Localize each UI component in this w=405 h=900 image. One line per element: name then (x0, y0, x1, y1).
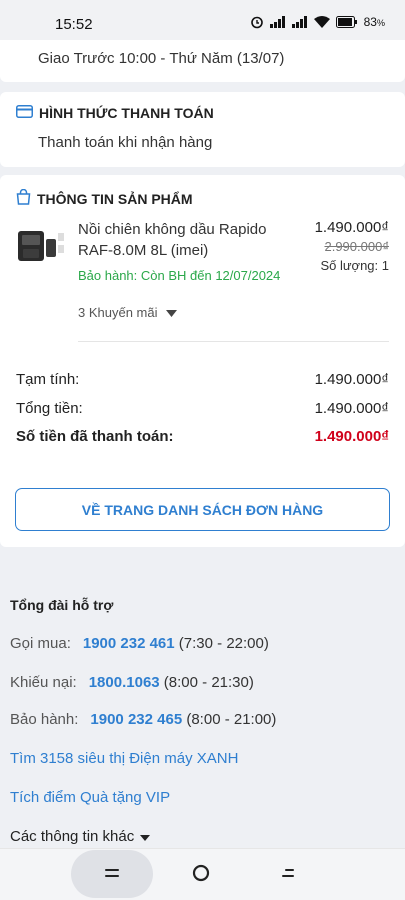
more-info-label: Các thông tin khác (10, 828, 135, 845)
payment-card: HÌNH THỨC THANH TOÁN Thanh toán khi nhận… (0, 92, 405, 167)
alarm-icon (250, 15, 264, 29)
vip-points-link[interactable]: Tích điểm Quà tặng VIP (10, 789, 170, 806)
promotions-label: 3 Khuyến mãi (78, 305, 158, 320)
warranty-status: Bảo hành: Còn BH đến 12/07/2024 (78, 268, 281, 283)
find-stores-link[interactable]: Tìm 3158 siêu thị Điện máy XANH (10, 750, 238, 767)
promotions-toggle[interactable]: 3 Khuyến mãi (78, 305, 177, 320)
support-phone-link[interactable]: 1900 232 461 (83, 635, 175, 652)
subtotal-value: 1.490.000₫ (314, 371, 389, 388)
total-value: 1.490.000₫ (314, 400, 389, 417)
status-icons: 83% (250, 15, 385, 29)
product-price: 1.490.000₫ (314, 219, 389, 236)
product-card: THÔNG TIN SẢN PHẨM Nồi chiên không dầu R… (0, 175, 405, 547)
paid-row: Số tiền đã thanh toán: 1.490.000₫ (16, 428, 389, 445)
product-heading: THÔNG TIN SẢN PHẨM (16, 188, 193, 208)
price-column: 1.490.000₫ 2.990.000₫ Số lượng: 1 (315, 219, 389, 273)
delivery-time: Giao Trước 10:00 - Thứ Năm (13/07) (38, 50, 285, 67)
payment-method: Thanh toán khi nhận hàng (38, 134, 213, 151)
product-image[interactable] (16, 225, 66, 265)
signal-icon (269, 16, 286, 28)
support-line-label: Khiếu nại: (10, 674, 77, 691)
system-nav-bar (0, 848, 405, 900)
shopping-bag-icon (16, 188, 31, 208)
product-quantity: Số lượng: 1 (320, 258, 389, 273)
battery-icon (335, 16, 358, 28)
product-old-price: 2.990.000₫ (324, 239, 389, 254)
recent-apps-icon[interactable] (100, 861, 124, 885)
back-to-orders-button[interactable]: VỀ TRANG DANH SÁCH ĐƠN HÀNG (15, 488, 390, 531)
caret-down-icon (140, 828, 151, 845)
support-phone-link[interactable]: 1900 232 465 (90, 711, 182, 728)
support-line-complaint: Khiếu nại: 1800.1063 (8:00 - 21:30) (10, 674, 254, 691)
more-info-toggle[interactable]: Các thông tin khác (10, 828, 151, 845)
credit-card-icon (16, 105, 33, 121)
caret-down-icon (165, 305, 177, 320)
support-line-warranty: Bảo hành: 1900 232 465 (8:00 - 21:00) (10, 711, 276, 728)
support-line-label: Bảo hành: (10, 711, 79, 728)
paid-value: 1.490.000₫ (314, 428, 389, 445)
support-hours: (8:00 - 21:30) (163, 674, 254, 691)
wifi-icon (313, 16, 330, 28)
product-name[interactable]: Nồi chiên không dầu Rapido RAF-8.0M 8L (… (78, 219, 298, 261)
support-line-label: Gọi mua: (10, 635, 71, 652)
delivery-card: Giao Trước 10:00 - Thứ Năm (13/07) (0, 40, 405, 82)
signal-icon-2 (291, 16, 308, 28)
home-icon[interactable] (189, 861, 213, 885)
divider (78, 341, 389, 342)
support-line-buy: Gọi mua: 1900 232 461 (7:30 - 22:00) (10, 635, 269, 652)
paid-label: Số tiền đã thanh toán: (16, 428, 174, 445)
subtotal-label: Tạm tính: (16, 371, 80, 388)
support-hours: (7:30 - 22:00) (178, 635, 269, 652)
status-time: 15:52 (55, 16, 93, 33)
payment-heading: HÌNH THỨC THANH TOÁN (16, 105, 214, 121)
support-hours: (8:00 - 21:00) (186, 711, 277, 728)
total-label: Tổng tiền: (16, 400, 83, 417)
support-title: Tổng đài hỗ trợ (10, 597, 114, 613)
back-icon[interactable] (277, 861, 301, 885)
battery-level: 83% (363, 15, 385, 29)
total-row: Tổng tiền: 1.490.000₫ (16, 400, 389, 417)
support-phone-link[interactable]: 1800.1063 (89, 674, 160, 691)
subtotal-row: Tạm tính: 1.490.000₫ (16, 371, 389, 388)
